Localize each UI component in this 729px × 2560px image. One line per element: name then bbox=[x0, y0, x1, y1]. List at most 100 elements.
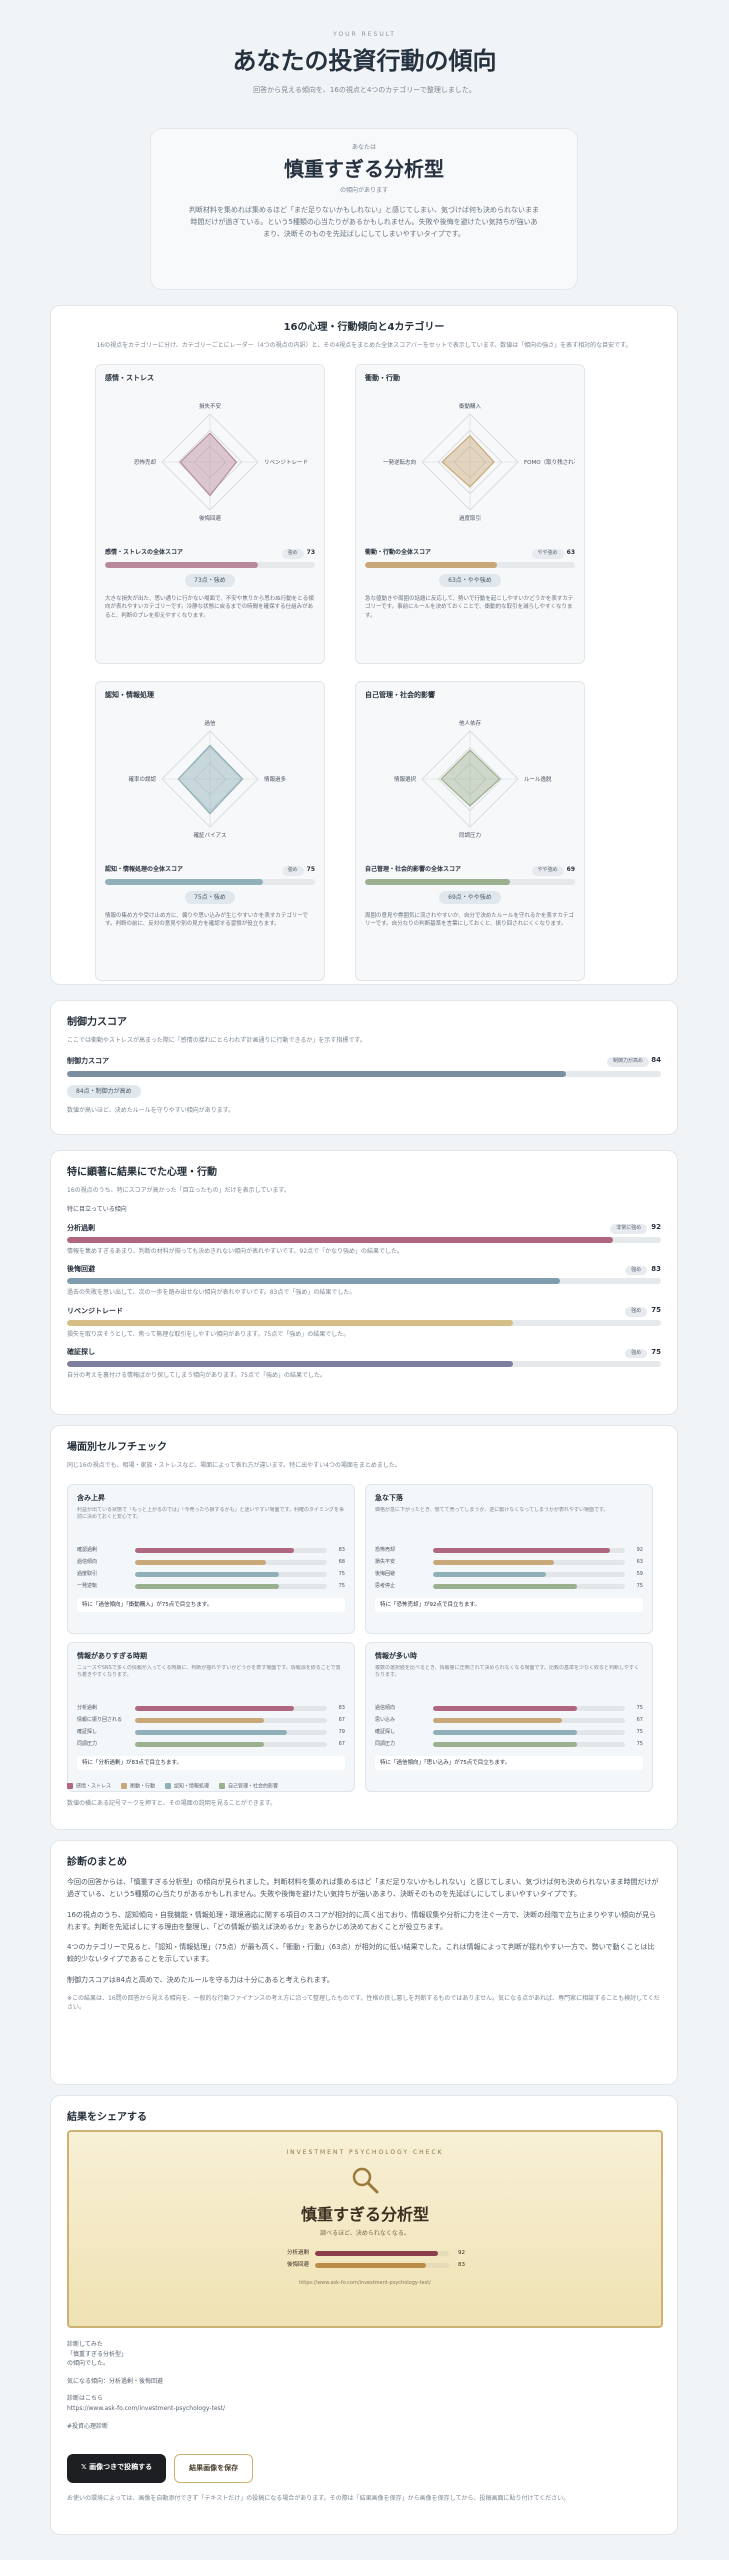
control-section: 制御力スコア ここでは衝動やストレスが高まった際に「感情の揺れにとらわれず計画通… bbox=[50, 1000, 678, 1135]
scene-row-bar bbox=[433, 1548, 625, 1553]
scene-row-bar bbox=[135, 1560, 327, 1565]
page-subtitle: 回答から見える傾向を、16の視点と4つのカテゴリーで整理しました。 bbox=[253, 86, 476, 94]
legend-swatch bbox=[121, 1783, 128, 1789]
share-row-bar bbox=[315, 2263, 449, 2268]
category-score: 75 bbox=[306, 866, 315, 873]
strong-badge: 強め bbox=[625, 1265, 648, 1275]
radar-axis-label: 過度取引 bbox=[459, 514, 481, 522]
scene-row: 同調圧力 75 bbox=[375, 1739, 643, 1751]
strong-bar bbox=[67, 1278, 661, 1284]
share-card-eyebrow: INVESTMENT PSYCHOLOGY CHECK bbox=[286, 2149, 444, 2156]
strong-score: 92 bbox=[651, 1223, 661, 1231]
share-card-type: 慎重すぎる分析型 bbox=[300, 2204, 429, 2224]
scene-row-name: 恐怖売却 bbox=[375, 1546, 396, 1553]
category-score-label: 認知・情報処理の全体スコア bbox=[105, 866, 184, 874]
strong-score: 83 bbox=[651, 1264, 661, 1273]
legend-item: 自己管理・社会的影響 bbox=[219, 1783, 278, 1791]
radar-chart: 衝動購入 FOMO（取り残され不安） 過度取引 一発逆転志向 bbox=[383, 402, 584, 522]
category-badge: やや強め bbox=[531, 866, 564, 876]
scene-row-bar bbox=[135, 1572, 327, 1577]
post-x-button[interactable]: 𝕏 画像つきで投稿する bbox=[67, 2454, 167, 2483]
summary-p1: 今回の回答からは、「慎重すぎる分析型」の傾向が見られました。判断材料を集めれば集… bbox=[67, 1878, 659, 1899]
share-text-3: の傾向でした。 bbox=[67, 2360, 110, 2368]
category-pill: 75点・強め bbox=[185, 890, 235, 904]
control-bar bbox=[67, 1070, 661, 1077]
share-title: 結果をシェアする bbox=[67, 2112, 147, 2123]
strong-item: 確証探し 強め 75 自分の考えを裏付ける情報ばかり探してしまう傾向があります。75点… bbox=[67, 1347, 661, 1381]
scene-row-name: 情報に振り回される bbox=[77, 1716, 123, 1723]
scene-row-score: 79 bbox=[338, 1728, 345, 1735]
scene-name: 情報がありすぎる時期 bbox=[77, 1652, 147, 1660]
scene-row-bar bbox=[135, 1584, 327, 1589]
control-pill: 84点・制御力が高め bbox=[67, 1084, 141, 1098]
category-pill: 63点・やや強め bbox=[439, 573, 501, 587]
radar-axis-label: 過信 bbox=[204, 719, 216, 727]
category-name: 衝動・行動 bbox=[365, 374, 400, 382]
legend-swatch bbox=[165, 1783, 172, 1789]
category-name: 感情・ストレス bbox=[105, 374, 154, 382]
scene-row-bar bbox=[135, 1742, 327, 1747]
scene-row-bar bbox=[433, 1572, 625, 1577]
scene-row: 過信傾向 75 bbox=[375, 1703, 643, 1715]
share-row: 後悔回避 83 bbox=[286, 2262, 465, 2269]
result-note: の傾向があります bbox=[339, 187, 388, 194]
control-badge: 制御力が高め bbox=[607, 1057, 650, 1067]
summary-p5: ※この結果は、16問の回答から見える傾向を、一般的な行動ファイナンスの考え方に沿… bbox=[67, 1994, 660, 2012]
scene-row: 恐怖売却 92 bbox=[375, 1545, 643, 1557]
category-bar bbox=[105, 561, 315, 568]
summary-p3: 4つのカテゴリーで見ると、「認知・情報処理」（75点）が最も高く、「衝動・行動」… bbox=[67, 1943, 655, 1964]
save-image-button[interactable]: 結果画像を保存 bbox=[174, 2454, 254, 2483]
scene-row-score: 63 bbox=[636, 1558, 643, 1565]
scene-row: 過度取引 75 bbox=[77, 1569, 345, 1581]
scene-row: 分析過剰 83 bbox=[77, 1703, 345, 1715]
scene-row-bar bbox=[135, 1730, 327, 1735]
radar-area bbox=[177, 744, 244, 814]
share-card-url: https://www.ask-fo.com/investment-psycho… bbox=[299, 2279, 431, 2286]
scene-row-score: 83 bbox=[338, 1704, 345, 1711]
strong-bar bbox=[67, 1361, 661, 1367]
scene-row-score: 75 bbox=[338, 1570, 345, 1577]
scene-row-score: 75 bbox=[636, 1582, 643, 1589]
legend-swatch bbox=[219, 1783, 226, 1789]
strong-name: 分析過剰 bbox=[67, 1223, 95, 1232]
scene-row-name: 過信傾向 bbox=[375, 1704, 396, 1711]
scene-desc: 複数の選択肢を比べるとき、情報量に圧倒されて決められなくなる場面です。比較の基準… bbox=[375, 1664, 639, 1679]
radar-axis-label: 恐怖売却 bbox=[134, 458, 157, 466]
page-header: YOUR RESULT あなたの投資行動の傾向 回答から見える傾向を、16の視点… bbox=[0, 30, 729, 96]
share-text-4: 気になる傾向：分析過剰・後悔回避 bbox=[67, 2377, 164, 2385]
share-row: 分析過剰 92 bbox=[286, 2250, 465, 2257]
strong-title: 特に顕著に結果にでた心理・行動 bbox=[67, 1167, 217, 1178]
legend-item: 衝動・行動 bbox=[121, 1783, 155, 1791]
summary-p2: 16の視点のうち、認知傾向・自我機能・情報処理・環境適応に関する項目のスコアが相… bbox=[67, 1910, 657, 1931]
strong-bar bbox=[67, 1236, 661, 1243]
scene-row-bar bbox=[135, 1718, 327, 1723]
summary-p4: 制御力スコアは84点と高めで、決めたルールを守る力は十分にあると考えられます。 bbox=[67, 1975, 334, 1984]
scene-row-score: 59 bbox=[636, 1570, 643, 1577]
category-pill: 69点・やや強め bbox=[439, 890, 501, 904]
scene-row: 同調圧力 67 bbox=[77, 1739, 345, 1751]
scene-name: 含み上昇 bbox=[77, 1494, 105, 1502]
category-desc: 大きな損失が出た、思い通りに行かない場面で、不安や焦りから思わぬ行動をとる傾向が… bbox=[105, 595, 314, 620]
scene-row-name: 確証探し bbox=[77, 1728, 98, 1735]
scene-summary: 特に「過信傾向」「衝動購入」が75点で目立ちます。 bbox=[77, 1597, 345, 1612]
scenes-foot: 数値の横にある記号マークを押すと、その場面の説明を見ることができます。 bbox=[67, 1800, 277, 1807]
scene-desc: 利益が出ている状態で「もっと上がるのでは」「今売ったら損するかも」と迷いやすい場… bbox=[77, 1506, 345, 1521]
share-card-rows: 分析過剰 92 後悔回避 83 bbox=[265, 2248, 465, 2272]
category-score: 69 bbox=[566, 866, 575, 873]
category-badge: 強め bbox=[281, 866, 304, 876]
categories-title: 16の心理・行動傾向と4カテゴリー bbox=[283, 322, 445, 333]
scene-row-bar bbox=[135, 1706, 327, 1711]
result-small: あなたは bbox=[351, 144, 376, 151]
radar-axis-label: 情報過多 bbox=[264, 775, 287, 783]
strong-item: リベンジトレード 強め 75 損失を取り戻そうとして、焦って無理な取引をしやすい傾向が… bbox=[67, 1305, 661, 1339]
share-card: INVESTMENT PSYCHOLOGY CHECK 慎重すぎる分析型 調べる… bbox=[67, 2130, 663, 2328]
summary-section: 診断のまとめ 今回の回答からは、「慎重すぎる分析型」の傾向が見られました。判断材… bbox=[50, 1840, 678, 2085]
scene-row-name: 思考停止 bbox=[375, 1582, 396, 1589]
scene-desc: 価格が急に下がったとき、慌てて売ってしまうか、逆に動けなくなってしまうかが表れや… bbox=[375, 1506, 609, 1513]
scene-row-name: 損失不安 bbox=[375, 1558, 396, 1565]
scene-row-bar bbox=[433, 1584, 625, 1589]
strong-name: リベンジトレード bbox=[67, 1306, 123, 1315]
share-text-1: 診断してみた bbox=[67, 2341, 103, 2348]
result-type: 慎重すぎる分析型 bbox=[284, 157, 444, 181]
scene-row: 思考停止 75 bbox=[375, 1581, 643, 1593]
